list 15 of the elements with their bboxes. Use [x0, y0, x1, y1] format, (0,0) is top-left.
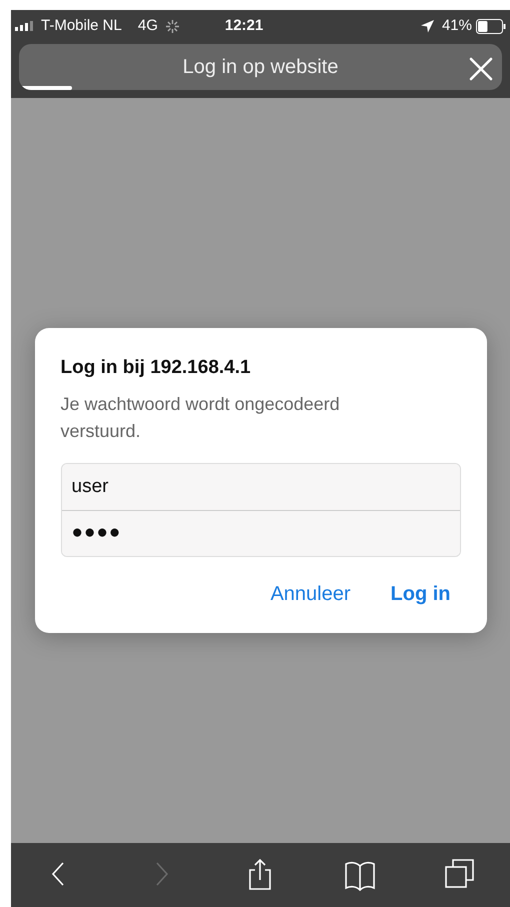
carrier-name: T-Mobile NL	[41, 16, 122, 36]
location-arrow-icon	[420, 20, 434, 32]
battery-icon	[476, 18, 506, 34]
login-button[interactable]: Log in	[390, 578, 450, 609]
dialog-title: Log in bij 192.168.4.1	[60, 356, 252, 380]
address-bar[interactable]: Log in op website	[19, 44, 502, 90]
battery-percentage: 41%	[442, 16, 472, 36]
network-type: 4G	[138, 16, 158, 36]
activity-spinner-icon	[166, 20, 179, 32]
cancel-button[interactable]: Annuleer	[270, 578, 351, 609]
page-title: Log in op website	[182, 55, 338, 80]
dialog-message: Je wachtwoord wordt ongecodeerd verstuurd.	[60, 392, 341, 443]
password-field[interactable]: ●●●●	[62, 510, 460, 556]
clock-time: 12:21	[224, 16, 264, 36]
username-field[interactable]: user	[62, 464, 460, 510]
